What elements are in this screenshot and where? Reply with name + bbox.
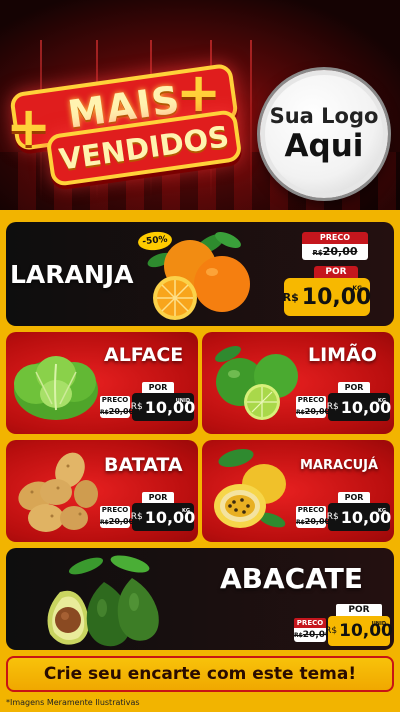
price-box: POR PRECO R$20,00 R$ 10,00 KG (296, 492, 392, 538)
price-unit: UNID (371, 621, 386, 627)
new-currency: R$ (130, 402, 143, 412)
new-currency: R$ (325, 626, 338, 636)
new-currency: R$ (282, 290, 299, 304)
plus-icon: + (6, 95, 52, 158)
old-price: R$20,00 (296, 405, 330, 418)
por-label: POR (142, 382, 174, 393)
price-unit: KG (352, 285, 362, 292)
product-name: LARANJA (10, 260, 134, 289)
new-price: R$ 10,00 KG (282, 278, 371, 316)
old-price: R$20,00 (100, 515, 134, 528)
price-box: POR PRECO R$20,00 R$ 10,00 UNID (100, 382, 196, 428)
por-label: POR (142, 492, 174, 503)
old-currency: R$ (296, 519, 305, 526)
new-currency: R$ (326, 402, 339, 412)
new-currency: R$ (130, 512, 143, 522)
por-label: POR (338, 492, 370, 503)
old-price: R$20,00 (302, 244, 368, 260)
price-unit: KG (378, 398, 386, 404)
product-name: MARACUJÁ (300, 458, 379, 473)
price-unit: UNID (175, 398, 190, 404)
por-label: POR (314, 266, 358, 278)
price-box: POR PRECO R$20,00 R$ 10,00 KG (100, 492, 196, 538)
new-price: R$ 10,00 KG (130, 503, 195, 531)
preco-label: PRECO (294, 618, 326, 628)
por-label: POR (336, 604, 382, 616)
old-currency: R$ (312, 249, 323, 257)
price-box: POR PRECO R$20,00 R$ 10,00 UNID (294, 604, 393, 650)
product-name: ALFACE (104, 344, 184, 366)
product-name: ABACATE (220, 562, 363, 595)
old-price: R$20,00 (296, 515, 330, 528)
old-currency: R$ (100, 409, 109, 416)
old-currency: R$ (296, 409, 305, 416)
preco-label: PRECO (100, 396, 130, 405)
lime-icon (215, 345, 298, 420)
product-name: BATATA (104, 454, 183, 476)
preco-label: PRECO (302, 232, 368, 244)
old-price-value: 20,00 (322, 245, 358, 258)
product-name: LIMÃO (308, 344, 377, 366)
new-price: R$ 10,00 UNID (325, 616, 393, 646)
new-price: R$ 10,00 KG (326, 393, 391, 421)
price-box: POR PRECO R$20,00 R$ 10,00 KG (296, 382, 392, 428)
old-price: R$20,00 (294, 628, 331, 642)
lettuce-icon (14, 356, 98, 420)
por-label: POR (338, 382, 370, 393)
new-currency: R$ (326, 512, 339, 522)
passion-fruit-icon (214, 448, 286, 528)
potato-icon (18, 452, 98, 532)
preco-label: PRECO (296, 506, 326, 515)
avocado-icon (47, 555, 159, 647)
logo-line1: Sua Logo (269, 104, 379, 129)
old-currency: R$ (294, 632, 303, 639)
logo-line2: Aqui (284, 127, 364, 164)
cta-button[interactable]: Crie seu encarte com este tema! (6, 656, 394, 692)
price-unit: KG (182, 508, 190, 514)
old-price: R$20,00 (100, 405, 134, 418)
new-price: R$ 10,00 UNID (130, 393, 195, 421)
preco-label: PRECO (296, 396, 326, 405)
logo-placeholder[interactable]: Sua Logo Aqui (260, 70, 388, 198)
old-currency: R$ (100, 519, 109, 526)
disclaimer-text: *Imagens Meramente Ilustrativas (6, 698, 140, 707)
new-price: R$ 10,00 KG (326, 503, 391, 531)
preco-label: PRECO (100, 506, 130, 515)
price-unit: KG (378, 508, 386, 514)
